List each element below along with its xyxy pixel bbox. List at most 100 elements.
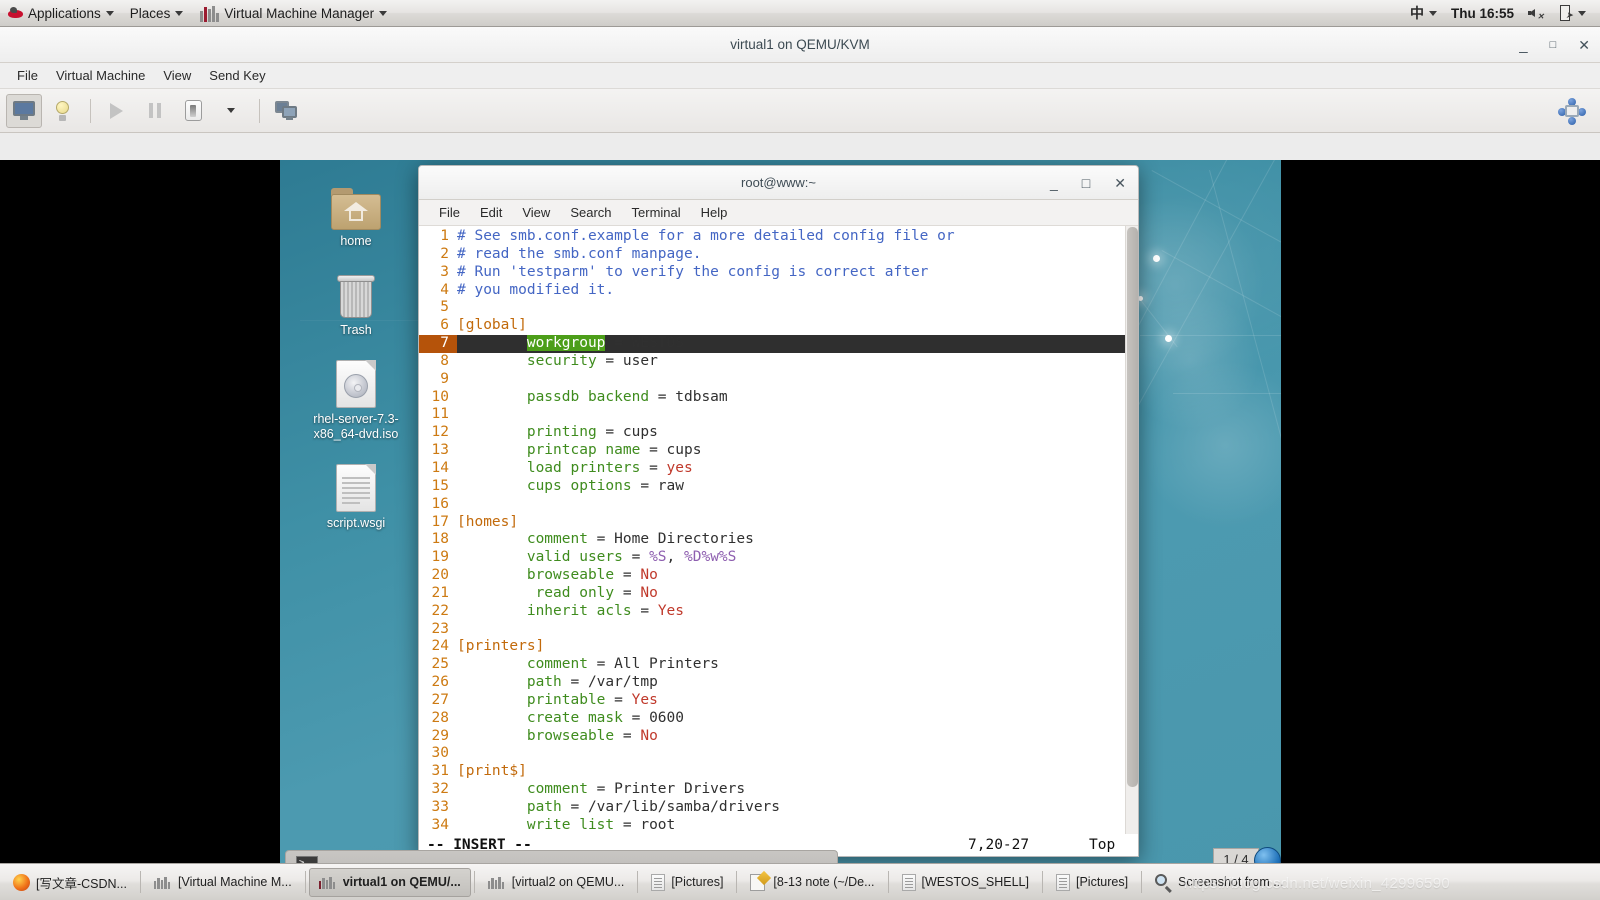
active-application-menu[interactable]: Virtual Machine Manager bbox=[191, 0, 395, 26]
desktop-icon-iso[interactable]: rhel-server-7.3-x86_64-dvd.iso bbox=[296, 356, 416, 442]
taskbar-item-virt-manager[interactable]: [Virtual Machine M... bbox=[144, 868, 302, 897]
vim-token: cups options bbox=[526, 477, 632, 494]
vim-token: No bbox=[640, 727, 658, 744]
vim-line-number: 14 bbox=[431, 459, 449, 476]
clock[interactable]: Thu 16:55 bbox=[1445, 6, 1520, 21]
taskbar-item-virtual1[interactable]: virtual1 on QEMU/... bbox=[308, 867, 471, 897]
guest-desktop[interactable]: home Trash rhel-server-7.3-x86_64-dvd.is… bbox=[280, 160, 1281, 872]
vim-line-number: 9 bbox=[440, 370, 449, 387]
vim-token bbox=[457, 817, 527, 833]
guest-viewport[interactable]: home Trash rhel-server-7.3-x86_64-dvd.is… bbox=[0, 160, 1600, 872]
redhat-logo-icon bbox=[8, 6, 23, 21]
screenshot-icon bbox=[1155, 873, 1172, 893]
vim-line: 28 create mask = 0600 bbox=[419, 710, 1125, 728]
wallpaper-line bbox=[1140, 335, 1281, 336]
vim-token: %S bbox=[649, 549, 667, 566]
scrollbar-thumb[interactable] bbox=[1127, 227, 1138, 787]
applications-menu[interactable]: Applications bbox=[0, 0, 122, 26]
power-icon bbox=[184, 100, 202, 121]
chevron-down-icon bbox=[379, 10, 388, 16]
terminal-menu-search[interactable]: Search bbox=[560, 205, 621, 220]
terminal-title: root@www:~ bbox=[741, 175, 816, 190]
vim-token bbox=[457, 567, 527, 583]
taskbar-item-pictures-1[interactable]: [Pictures] bbox=[641, 868, 733, 897]
terminal-body[interactable]: 1 # See smb.conf.example for a more detai… bbox=[419, 226, 1138, 834]
vim-line-text: workgroup = WESTOS bbox=[457, 335, 1125, 353]
minimize-button[interactable]: _ bbox=[1519, 38, 1527, 53]
vim-line: 31 [print$] bbox=[419, 763, 1125, 781]
terminal-scrollbar[interactable] bbox=[1125, 226, 1138, 834]
vim-line-number: 22 bbox=[431, 602, 449, 619]
shutdown-menu-button[interactable] bbox=[213, 94, 249, 128]
run-button[interactable] bbox=[99, 94, 135, 128]
desktop-icon-script[interactable]: script.wsgi bbox=[296, 460, 416, 531]
vim-token: = 0600 bbox=[622, 709, 684, 726]
taskbar-item-westos-shell[interactable]: [WESTOS_SHELL] bbox=[892, 868, 1039, 897]
menu-file[interactable]: File bbox=[8, 63, 47, 88]
volume-indicator[interactable]: ✕ bbox=[1520, 0, 1552, 26]
vim-line: 1 # See smb.conf.example for a more detai… bbox=[419, 228, 1125, 246]
terminal-minimize-button[interactable]: _ bbox=[1050, 175, 1058, 191]
terminal-close-button[interactable]: ✕ bbox=[1114, 175, 1126, 192]
taskbar-item-note[interactable]: [8-13 note (~/De... bbox=[740, 868, 884, 897]
taskbar-item-screenshot[interactable]: Screenshot from ... bbox=[1145, 868, 1294, 897]
close-button[interactable]: ✕ bbox=[1578, 38, 1590, 52]
taskbar-separator bbox=[1141, 871, 1143, 893]
console-view-button[interactable] bbox=[6, 93, 42, 128]
screen: Applications Places Virtual Machine Mana… bbox=[0, 0, 1600, 900]
vim-line-number: 28 bbox=[431, 709, 449, 726]
places-menu[interactable]: Places bbox=[122, 0, 192, 26]
vim-token: comment bbox=[526, 531, 588, 548]
vim-token: read only bbox=[535, 584, 615, 601]
terminal-menu-file[interactable]: File bbox=[429, 205, 470, 220]
vim-line-text: # Run 'testparm' to verify the config is… bbox=[457, 264, 1125, 282]
terminal-menu-terminal[interactable]: Terminal bbox=[622, 205, 691, 220]
vim-token: %D%w%S bbox=[684, 549, 737, 566]
show-details-button[interactable] bbox=[44, 94, 80, 128]
input-method-indicator[interactable]: 中 bbox=[1402, 0, 1445, 26]
vim-line: 18 comment = Home Directories bbox=[419, 531, 1125, 549]
vim-line-number: 25 bbox=[431, 656, 449, 673]
pause-button[interactable] bbox=[137, 94, 173, 128]
terminal-menu-help[interactable]: Help bbox=[691, 205, 738, 220]
maximize-button[interactable]: □ bbox=[1550, 39, 1557, 51]
vim-token: = bbox=[614, 567, 641, 584]
menu-send-key[interactable]: Send Key bbox=[200, 63, 274, 88]
vim-line-text: [homes] bbox=[457, 514, 1125, 532]
taskbar-item-label: [Pictures] bbox=[671, 875, 724, 889]
taskbar-item-label: virtual1 on QEMU/... bbox=[342, 875, 461, 889]
vim-line: 23 bbox=[419, 621, 1125, 639]
desktop-icon-trash[interactable]: Trash bbox=[296, 267, 416, 338]
taskbar-separator bbox=[304, 871, 306, 893]
terminal-window[interactable]: root@www:~ _ □ ✕ File Edit View Search T… bbox=[418, 165, 1139, 857]
vim-line-text: create mask = 0600 bbox=[457, 710, 1125, 728]
shutdown-button[interactable] bbox=[175, 94, 211, 128]
taskbar-item-firefox[interactable]: [写文章-CSDN... bbox=[3, 868, 137, 897]
vim-token: # Run 'testparm' to verify the config is… bbox=[457, 263, 929, 280]
vim-line-number: 24 bbox=[431, 638, 449, 655]
vim-token: # read the smb.conf manpage. bbox=[457, 245, 702, 262]
virt-manager-window: virtual1 on QEMU/KVM _ □ ✕ File Virtual … bbox=[0, 27, 1600, 872]
terminal-menu-edit[interactable]: Edit bbox=[470, 205, 512, 220]
taskbar-separator bbox=[139, 871, 141, 893]
desktop-icon-home[interactable]: home bbox=[296, 178, 416, 249]
vim-token: load printers bbox=[526, 459, 641, 476]
vim-editor[interactable]: 1 # See smb.conf.example for a more detai… bbox=[419, 226, 1125, 834]
system-menu[interactable]: ➤ bbox=[1552, 0, 1594, 26]
vim-token bbox=[457, 335, 527, 351]
vim-token: # See smb.conf.example for a more detail… bbox=[457, 228, 955, 244]
chevron-down-icon bbox=[175, 10, 184, 16]
vim-token bbox=[457, 442, 527, 458]
menu-view[interactable]: View bbox=[154, 63, 200, 88]
vim-line-number: 7 bbox=[419, 335, 457, 353]
terminal-maximize-button[interactable]: □ bbox=[1082, 175, 1090, 191]
vim-line-text bbox=[457, 371, 1125, 389]
taskbar-item-virtual2[interactable]: [virtual2 on QEMU... bbox=[478, 868, 635, 897]
menu-virtual-machine[interactable]: Virtual Machine bbox=[47, 63, 154, 88]
resize-handle-icon[interactable] bbox=[1558, 98, 1586, 125]
fullscreen-button[interactable] bbox=[268, 94, 304, 128]
vim-line-number: 1 bbox=[440, 228, 449, 244]
vim-line-number: 8 bbox=[440, 352, 449, 369]
taskbar-item-pictures-2[interactable]: [Pictures] bbox=[1046, 868, 1138, 897]
terminal-menu-view[interactable]: View bbox=[512, 205, 560, 220]
